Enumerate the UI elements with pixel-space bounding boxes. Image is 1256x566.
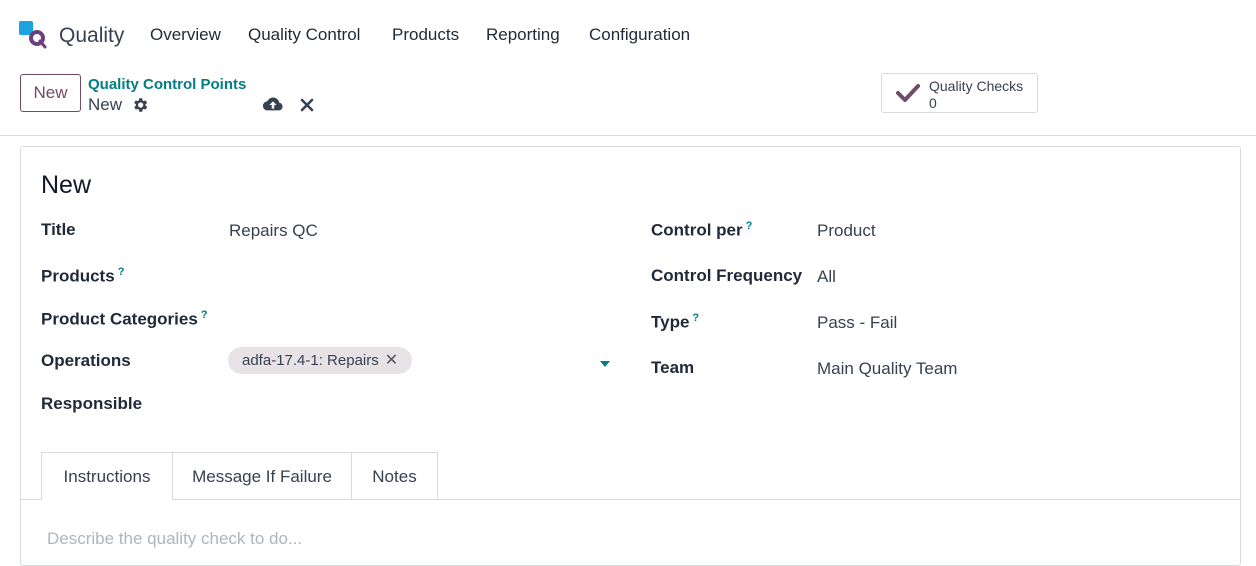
operations-dropdown-caret-icon[interactable] <box>600 361 610 367</box>
tab-notes[interactable]: Notes <box>351 452 438 499</box>
field-label-operations: Operations <box>41 351 131 370</box>
smart-button-label: Quality Checks <box>929 78 1024 94</box>
instructions-editor-placeholder[interactable]: Describe the quality check to do... <box>47 529 302 549</box>
help-tooltip-icon[interactable]: ? <box>118 266 125 278</box>
breadcrumb-current: New <box>88 95 123 114</box>
new-button[interactable]: New <box>20 74 81 112</box>
field-label-products: Products? <box>41 266 125 286</box>
record-title: New <box>41 171 92 199</box>
form-sheet: New Title Repairs QC Products? Product C… <box>20 146 1241 566</box>
notebook-tabs: Instructions Message If Failure Notes <box>21 452 1240 500</box>
check-icon <box>896 84 920 102</box>
field-label-type: Type? <box>651 312 700 332</box>
control-per-select[interactable]: Product <box>817 221 876 241</box>
field-label-product-categories: Product Categories? <box>41 309 208 329</box>
field-label-title: Title <box>41 220 76 239</box>
type-select[interactable]: Pass - Fail <box>817 313 897 333</box>
help-tooltip-icon[interactable]: ? <box>692 312 699 324</box>
field-label-team: Team <box>651 358 695 377</box>
products-input[interactable] <box>229 266 609 288</box>
smart-button-count: 0 <box>929 95 937 111</box>
tab-instructions[interactable]: Instructions <box>41 452 173 500</box>
menu-products[interactable]: Products <box>392 25 459 45</box>
control-panel: New Quality Control Points New Quality C… <box>0 68 1256 136</box>
operations-tag: adfa-17.4-1: Repairs ✕ <box>228 347 413 374</box>
menu-overview[interactable]: Overview <box>150 25 221 45</box>
quality-checks-smart-button[interactable]: Quality Checks 0 <box>881 73 1038 113</box>
control-frequency-select[interactable]: All <box>817 267 836 287</box>
menu-quality-control[interactable]: Quality Control <box>248 25 360 45</box>
menu-reporting[interactable]: Reporting <box>486 25 560 45</box>
product-categories-input[interactable] <box>229 309 609 331</box>
discard-close-icon[interactable] <box>299 97 315 113</box>
app-name[interactable]: Quality <box>59 24 124 48</box>
field-label-responsible: Responsible <box>41 394 143 413</box>
field-label-control-per: Control per? <box>651 220 753 240</box>
responsible-input[interactable] <box>229 394 609 416</box>
quality-app-logo-icon[interactable] <box>18 20 48 50</box>
team-select[interactable]: Main Quality Team <box>817 359 957 379</box>
save-cloud-upload-icon[interactable] <box>262 96 284 114</box>
menu-configuration[interactable]: Configuration <box>589 25 690 45</box>
help-tooltip-icon[interactable]: ? <box>201 309 208 321</box>
remove-tag-icon[interactable]: ✕ <box>385 347 398 374</box>
field-label-control-frequency: Control Frequency <box>651 266 803 285</box>
title-input[interactable]: Repairs QC <box>229 221 318 241</box>
tab-message-if-failure[interactable]: Message If Failure <box>172 452 352 499</box>
help-tooltip-icon[interactable]: ? <box>746 220 753 232</box>
breadcrumb-quality-control-points[interactable]: Quality Control Points <box>88 76 246 93</box>
gear-icon[interactable] <box>131 96 149 114</box>
top-navbar: Quality Overview Quality Control Product… <box>0 0 1256 68</box>
